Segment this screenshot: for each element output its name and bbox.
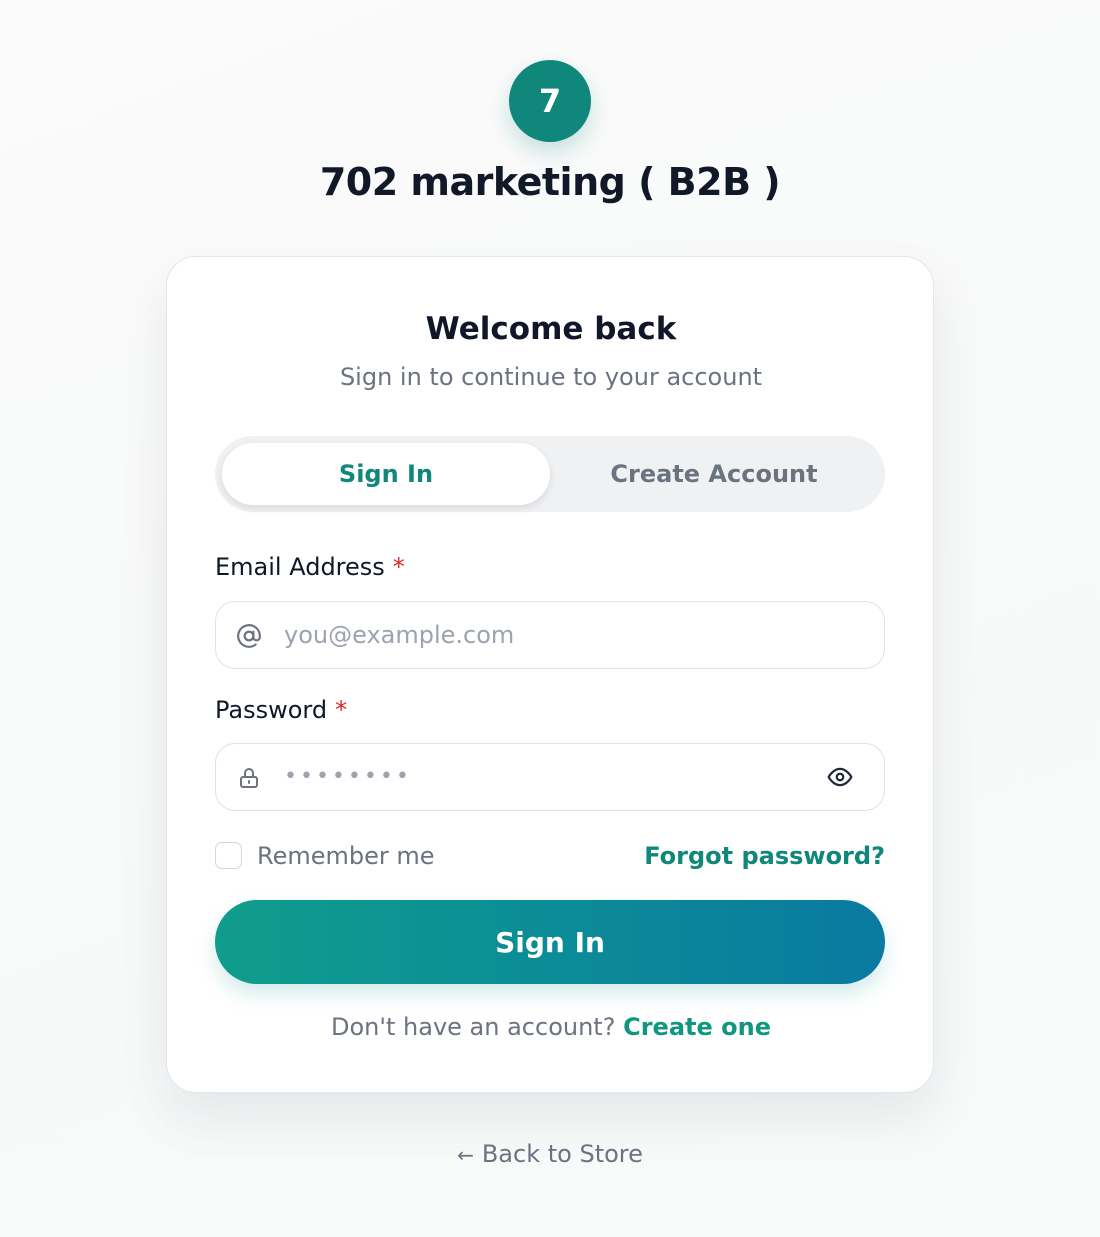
password-label-text: Password bbox=[215, 696, 328, 724]
tab-create-account-label: Create Account bbox=[610, 460, 818, 488]
email-input[interactable] bbox=[284, 602, 864, 667]
back-to-store-link[interactable]: ← Back to Store bbox=[0, 1140, 1100, 1168]
email-required-mark: * bbox=[392, 553, 405, 581]
remember-me-checkbox[interactable] bbox=[215, 842, 242, 869]
password-required-mark: * bbox=[335, 696, 348, 724]
arrow-left-icon: ← bbox=[457, 1143, 474, 1167]
forgot-password-link[interactable]: Forgot password? bbox=[644, 841, 885, 871]
signup-prompt: Don't have an account? Create one bbox=[167, 1013, 935, 1041]
create-one-link[interactable]: Create one bbox=[623, 1013, 771, 1041]
email-input-box bbox=[215, 601, 885, 669]
card-title: Welcome back bbox=[425, 311, 677, 347]
lock-icon bbox=[236, 765, 262, 791]
tab-sign-in[interactable]: Sign In bbox=[222, 443, 550, 505]
sign-in-button[interactable]: Sign In bbox=[215, 900, 885, 984]
store-logo-letter: 7 bbox=[538, 82, 562, 120]
tab-sign-in-label: Sign In bbox=[338, 460, 434, 488]
signup-prompt-text: Don't have an account? bbox=[331, 1013, 616, 1041]
eye-icon[interactable] bbox=[824, 763, 856, 791]
auth-tabs: Sign In Create Account bbox=[215, 436, 885, 512]
password-label: Password * bbox=[215, 696, 347, 724]
back-to-store-label: Back to Store bbox=[481, 1140, 643, 1168]
remember-row: Remember me Forgot password? bbox=[215, 841, 885, 871]
email-label: Email Address * bbox=[215, 553, 405, 581]
at-icon bbox=[236, 623, 262, 649]
password-input[interactable] bbox=[284, 744, 804, 809]
card-subtitle: Sign in to continue to your account bbox=[339, 363, 763, 391]
sign-in-card: Welcome back Sign in to continue to your… bbox=[166, 256, 934, 1093]
tab-create-account[interactable]: Create Account bbox=[550, 443, 878, 505]
password-input-box bbox=[215, 743, 885, 811]
remember-me-label[interactable]: Remember me bbox=[257, 841, 435, 871]
store-logo-badge: 7 bbox=[509, 60, 591, 142]
email-label-text: Email Address bbox=[215, 553, 385, 581]
store-name-heading: 702 marketing ( B2B ) bbox=[319, 160, 781, 204]
